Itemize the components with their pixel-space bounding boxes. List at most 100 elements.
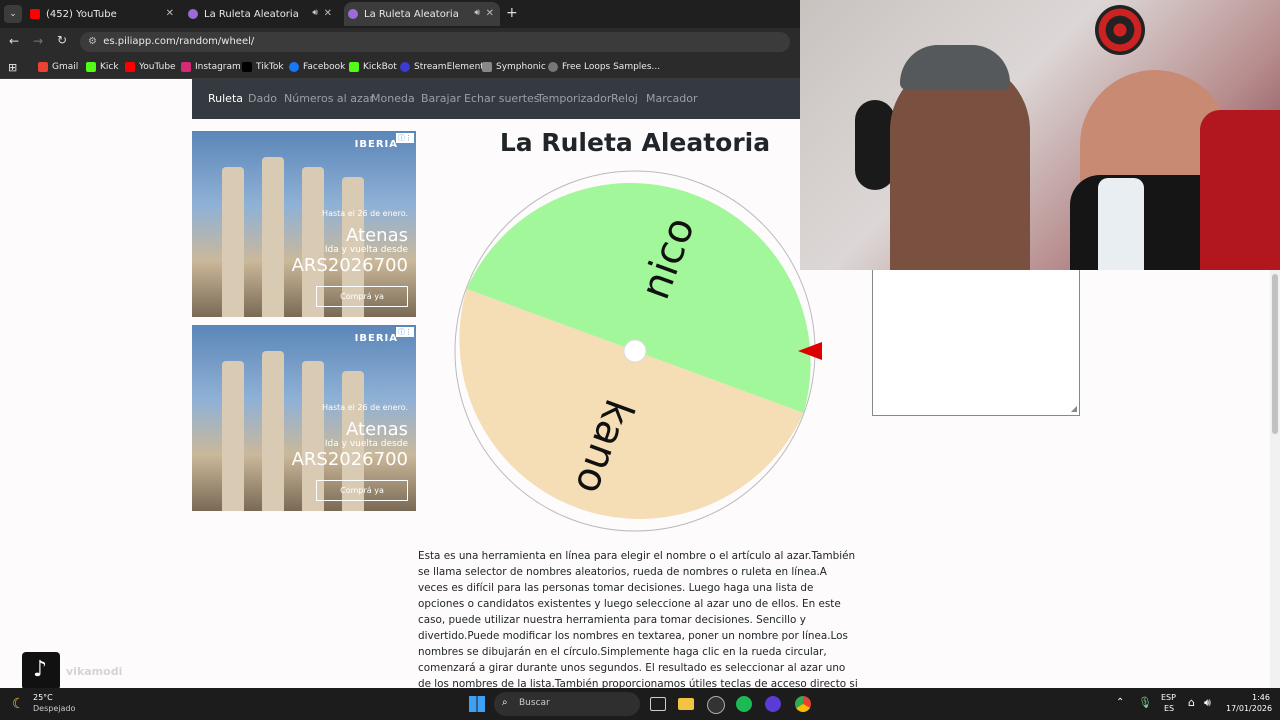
tab-strip: ⌄ (452) YouTube ✕ La Ruleta Aleatoria 🔊︎…	[0, 0, 800, 28]
bookmark-instagram[interactable]: Instagram	[181, 62, 241, 72]
nav-reloj[interactable]: Reloj	[611, 92, 638, 105]
ad-info-icon[interactable]: ⓘ⋮	[396, 327, 414, 337]
nav-ruleta[interactable]: Ruleta	[208, 92, 243, 105]
nav-numeros-azar[interactable]: Números al azar	[284, 92, 374, 105]
ad-column	[222, 167, 244, 317]
ad-info-icon[interactable]: ⓘ⋮	[396, 133, 414, 143]
bookmark-youtube[interactable]: YouTube	[125, 62, 176, 72]
nav-marcador[interactable]: Marcador	[646, 92, 698, 105]
bookmarks-bar: ⊞ Gmail Kick YouTube Instagram TikTok Fa…	[0, 56, 800, 79]
nav-temporizador[interactable]: Temporizador	[537, 92, 611, 105]
nav-moneda[interactable]: Moneda	[371, 92, 415, 105]
ad-brand: IBERIA	[354, 139, 398, 150]
windows-start-icon[interactable]	[469, 696, 485, 712]
nav-dado[interactable]: Dado	[248, 92, 277, 105]
ad-line: Hasta el 26 de enero.	[322, 403, 408, 412]
nav-barajar[interactable]: Barajar	[421, 92, 461, 105]
bookmark-streamelements[interactable]: StreamElements	[400, 62, 489, 72]
vodka-bottle	[1098, 178, 1144, 270]
kickbot-icon	[349, 62, 359, 72]
weather-desc[interactable]: Despejado	[33, 704, 75, 713]
apps-icon[interactable]: ⊞	[8, 61, 17, 74]
tiktok-icon	[242, 62, 252, 72]
ad-cta-button[interactable]: Comprá ya	[316, 286, 408, 307]
tab-ruleta-active[interactable]: La Ruleta Aleatoria 🔊︎ ✕	[344, 2, 500, 26]
scrollbar-thumb[interactable]	[1272, 274, 1278, 434]
file-explorer-icon[interactable]	[678, 698, 694, 710]
ad-destination: Atenas	[346, 419, 408, 440]
task-view-icon[interactable]	[650, 697, 666, 711]
speaker-icon[interactable]: 🔊︎	[474, 8, 480, 18]
microphone-icon[interactable]: 🎙︎	[1138, 696, 1152, 709]
chrome-icon[interactable]	[795, 696, 811, 712]
bookmark-kick[interactable]: Kick	[86, 62, 119, 72]
youtube-icon	[125, 62, 135, 72]
obs-icon[interactable]	[707, 696, 725, 714]
volume-icon[interactable]: 🔊︎	[1204, 696, 1211, 710]
instagram-icon	[181, 62, 191, 72]
tiktok-handle: vikamodi	[66, 665, 123, 678]
ad-brand: IBERIA	[354, 333, 398, 344]
random-wheel[interactable]: nico kano	[450, 168, 830, 538]
weather-temp[interactable]: 25°C	[33, 693, 53, 702]
piliapp-icon	[348, 9, 358, 19]
tab-label: La Ruleta Aleatoria	[364, 8, 459, 20]
bookmark-gmail[interactable]: Gmail	[38, 62, 78, 72]
ad-line: Ida y vuelta desde	[324, 245, 408, 255]
site-info-icon[interactable]: ⚙	[88, 32, 100, 52]
taskbar-search-box[interactable]: ⌕ Buscar	[494, 692, 640, 716]
person-left	[890, 60, 1030, 270]
ad-cta-button[interactable]: Comprá ya	[316, 480, 408, 501]
ad-destination: Atenas	[346, 225, 408, 246]
reload-icon[interactable]: ↻	[57, 33, 67, 47]
lang-sub[interactable]: ES	[1164, 704, 1174, 713]
clock-date[interactable]: 17/01/2026	[1226, 704, 1272, 713]
tab-ruleta-1[interactable]: La Ruleta Aleatoria 🔊︎ ✕	[188, 2, 338, 26]
ad-price: ARS2026700	[291, 255, 408, 276]
close-icon[interactable]: ✕	[486, 8, 494, 19]
ad-column	[222, 361, 244, 511]
speaker-icon[interactable]: 🔊︎	[312, 8, 318, 18]
ad-column	[262, 157, 284, 317]
page-title: La Ruleta Aleatoria	[499, 128, 771, 157]
facebook-icon	[289, 62, 299, 72]
bookmark-tiktok[interactable]: TikTok	[242, 62, 284, 72]
microphone	[855, 100, 895, 190]
tab-search-button[interactable]: ⌄	[4, 5, 22, 23]
symphonic-icon	[482, 62, 492, 72]
bookmark-facebook[interactable]: Facebook	[289, 62, 345, 72]
spotify-icon[interactable]	[736, 696, 752, 712]
tab-label: La Ruleta Aleatoria	[204, 8, 299, 20]
person-left-cap	[900, 45, 1010, 90]
site-navbar: Ruleta Dado Números al azar Moneda Baraj…	[192, 79, 800, 119]
streamlabs-icon[interactable]	[765, 696, 781, 712]
lang-code[interactable]: ESP	[1161, 693, 1176, 702]
tab-youtube[interactable]: (452) YouTube ✕	[30, 2, 180, 26]
address-bar[interactable]: ⚙ es.piliapp.com/random/wheel/	[80, 32, 790, 52]
description-text: Esta es una herramienta en línea para el…	[418, 550, 858, 706]
wheel-center-pin	[623, 339, 647, 363]
network-icon[interactable]: ⌂	[1188, 696, 1195, 709]
ad-banner-1[interactable]: ⓘ⋮ IBERIA Hasta el 26 de enero. Atenas I…	[192, 131, 416, 317]
close-icon[interactable]: ✕	[324, 8, 332, 19]
gmail-icon	[38, 62, 48, 72]
webcam-overlay	[800, 0, 1280, 270]
ad-banner-2[interactable]: ⓘ⋮ IBERIA Hasta el 26 de enero. Atenas I…	[192, 325, 416, 511]
ad-line: Ida y vuelta desde	[324, 439, 408, 449]
bookmark-symphonic[interactable]: Symphonic	[482, 62, 546, 72]
weather-moon-icon[interactable]: ☾	[12, 696, 25, 712]
streamelements-icon	[400, 62, 410, 72]
new-tab-button[interactable]: +	[506, 5, 518, 21]
back-icon[interactable]: ←	[9, 34, 19, 48]
chevron-up-icon[interactable]: ⌃	[1116, 697, 1124, 708]
forward-icon[interactable]: →	[33, 34, 43, 48]
gaming-chair	[1200, 110, 1280, 270]
clock-time[interactable]: 1:46	[1252, 693, 1270, 702]
bookmark-kickbot[interactable]: KickBot	[349, 62, 397, 72]
close-icon[interactable]: ✕	[166, 8, 174, 19]
bookmark-free-loops[interactable]: Free Loops Samples...	[548, 62, 660, 72]
nav-echar-suertes[interactable]: Echar suertes	[464, 92, 540, 105]
resize-handle-icon[interactable]: ◢	[1071, 404, 1077, 413]
free-loops-icon	[548, 62, 558, 72]
names-textarea[interactable]: ◢	[872, 268, 1080, 416]
